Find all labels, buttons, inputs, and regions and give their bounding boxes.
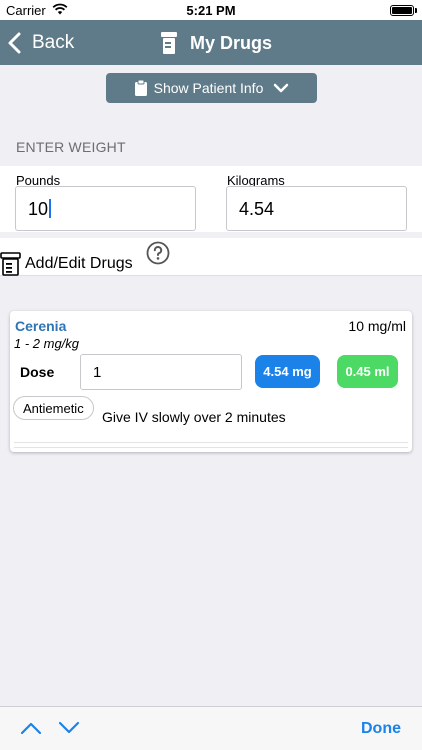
back-button[interactable]: Back <box>6 28 74 58</box>
card-divider <box>14 442 408 448</box>
drug-dose-range: 1 - 2 mg/kg <box>14 336 80 351</box>
drug-concentration: 10 mg/ml <box>348 318 406 334</box>
drug-category-tag: Antiemetic <box>13 396 94 420</box>
drug-name[interactable]: Cerenia <box>15 318 66 334</box>
keyboard-toolbar: Done <box>0 706 422 750</box>
drug-note: Give IV slowly over 2 minutes <box>102 409 286 425</box>
add-edit-drugs-row: Add/Edit Drugs <box>0 238 422 276</box>
dose-label: Dose <box>20 364 55 380</box>
drug-card: Cerenia 10 mg/ml 1 - 2 mg/kg Dose 1 4.54… <box>10 311 412 452</box>
chevron-down-icon <box>274 83 289 93</box>
pill-bottle-icon <box>161 32 177 54</box>
chevron-down-icon[interactable] <box>58 721 80 735</box>
back-label: Back <box>32 32 75 53</box>
weight-panel: Pounds 10 Kilograms 4.54 <box>0 166 422 232</box>
add-edit-drugs-label[interactable]: Add/Edit Drugs <box>25 255 133 273</box>
dose-mg-result: 4.54 mg <box>255 355 320 388</box>
dose-input[interactable]: 1 <box>80 354 242 390</box>
battery-tip <box>415 8 417 13</box>
clock: 5:21 PM <box>186 3 236 18</box>
show-patient-info-button[interactable]: Show Patient Info <box>106 73 317 103</box>
status-bar: Carrier 5:21 PM <box>0 0 422 20</box>
dose-ml-result: 0.45 ml <box>337 355 398 388</box>
clipboard-icon <box>134 79 147 96</box>
battery-icon <box>390 5 414 16</box>
pounds-input[interactable]: 10 <box>15 186 196 231</box>
done-button[interactable]: Done <box>361 720 401 738</box>
dose-value: 1 <box>93 364 102 381</box>
navigation-bar: Back My Drugs <box>0 20 422 65</box>
show-patient-info-label: Show Patient Info <box>153 80 264 96</box>
pounds-value: 10 <box>28 199 49 219</box>
page-title: My Drugs <box>190 32 273 53</box>
text-cursor <box>49 199 52 218</box>
question-circle-icon[interactable] <box>146 241 170 265</box>
kilograms-input[interactable]: 4.54 <box>226 186 407 231</box>
chevron-left-icon <box>8 32 21 54</box>
kilograms-value: 4.54 <box>239 199 275 219</box>
chevron-up-icon[interactable] <box>20 721 42 735</box>
drug-category-label: Antiemetic <box>23 400 84 416</box>
pill-bottle-icon <box>0 252 21 276</box>
enter-weight-header: ENTER WEIGHT <box>16 139 126 155</box>
nav-title: My Drugs <box>160 28 272 58</box>
